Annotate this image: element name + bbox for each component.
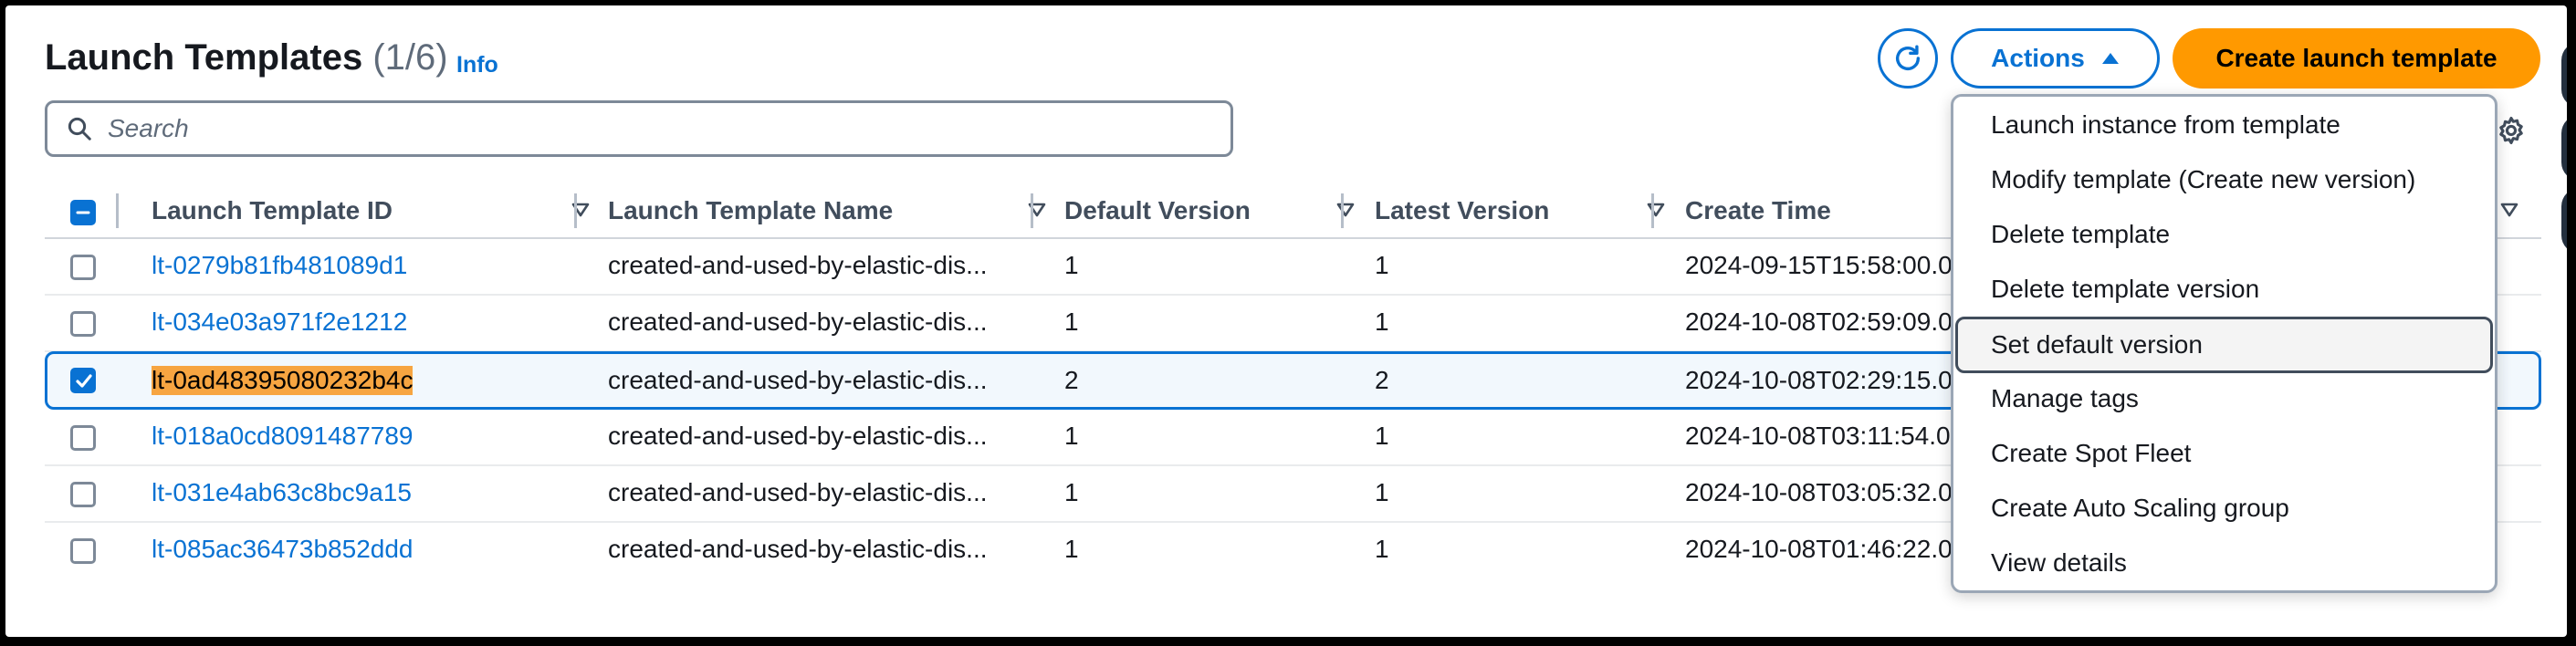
column-header-label: Launch Template ID <box>152 196 393 224</box>
settings-icon[interactable] <box>2496 115 2527 146</box>
page-title-text: Launch Templates <box>45 37 363 78</box>
default-version: 2 <box>1064 366 1079 394</box>
latest-version: 1 <box>1375 251 1389 279</box>
edge-control[interactable] <box>2561 42 2567 108</box>
refresh-button[interactable] <box>1878 28 1938 89</box>
launch-template-id-link[interactable]: lt-034e03a971f2e1212 <box>152 296 407 349</box>
column-header-default-version[interactable]: Default Version <box>1064 184 1375 237</box>
column-divider[interactable] <box>1341 193 1344 228</box>
menu-item-launch-instance[interactable]: Launch instance from template <box>1955 99 2493 151</box>
launch-template-name: created-and-used-by-elastic-dis... <box>608 366 988 394</box>
page-title: Launch Templates (1/6) <box>45 37 448 78</box>
column-header-label: Launch Template Name <box>608 196 894 224</box>
sort-icon[interactable] <box>1647 203 1665 217</box>
row-checkbox[interactable] <box>70 482 96 507</box>
actions-dropdown-menu: Launch instance from template Modify tem… <box>1951 94 2497 593</box>
row-checkbox[interactable] <box>70 311 96 337</box>
launch-template-id-link[interactable]: lt-0ad48395080232b4c <box>152 354 414 407</box>
create-time: 2024-10-08T03:11:54.0 <box>1685 422 1951 450</box>
create-time: 2024-10-08T02:29:15.0 <box>1685 366 1953 394</box>
search-icon <box>68 117 91 141</box>
create-time: 2024-10-08T03:05:32.0 <box>1685 478 1953 506</box>
launch-template-name: created-and-used-by-elastic-dis... <box>608 478 988 506</box>
launch-template-id-link[interactable]: lt-085ac36473b852ddd <box>152 523 413 576</box>
search-bar <box>45 100 1233 157</box>
edge-control[interactable] <box>2561 188 2567 254</box>
info-link[interactable]: Info <box>456 52 498 78</box>
row-checkbox[interactable] <box>70 255 96 280</box>
launch-template-name: created-and-used-by-elastic-dis... <box>608 251 988 279</box>
launch-template-id-link[interactable]: lt-0279b81fb481089d1 <box>152 239 407 292</box>
column-header-label: Create Time <box>1685 196 1831 224</box>
default-version: 1 <box>1064 422 1079 450</box>
row-checkbox[interactable] <box>70 368 96 393</box>
column-divider[interactable] <box>1031 193 1033 228</box>
refresh-icon <box>1895 45 1921 70</box>
default-version: 1 <box>1064 478 1079 506</box>
menu-item-create-auto-scaling-group[interactable]: Create Auto Scaling group <box>1955 482 2493 535</box>
column-header-id[interactable]: Launch Template ID <box>152 184 597 237</box>
column-header-name[interactable]: Launch Template Name <box>608 184 1053 237</box>
highlighted-id-text: lt-0ad48395080232b4c <box>152 366 414 395</box>
row-checkbox[interactable] <box>70 538 96 564</box>
sort-icon[interactable] <box>1336 203 1355 217</box>
latest-version: 1 <box>1375 307 1389 336</box>
create-time: 2024-10-08T01:46:22.0 <box>1685 535 1953 563</box>
menu-item-set-default-version[interactable]: Set default version <box>1955 317 2493 373</box>
row-checkbox[interactable] <box>70 425 96 451</box>
actions-button[interactable]: Actions <box>1951 28 2160 89</box>
latest-version: 1 <box>1375 478 1389 506</box>
menu-item-modify-template[interactable]: Modify template (Create new version) <box>1955 153 2493 206</box>
search-input[interactable] <box>106 113 1156 144</box>
column-divider[interactable] <box>1651 193 1654 228</box>
latest-version: 1 <box>1375 422 1389 450</box>
caret-up-icon <box>2101 53 2119 64</box>
menu-item-manage-tags[interactable]: Manage tags <box>1955 372 2493 425</box>
column-header-label: Default Version <box>1064 196 1251 224</box>
indeterminate-icon <box>76 211 90 214</box>
launch-template-name: created-and-used-by-elastic-dis... <box>608 422 988 450</box>
default-version: 1 <box>1064 251 1079 279</box>
menu-item-delete-template-version[interactable]: Delete template version <box>1955 263 2493 316</box>
column-header-latest-version[interactable]: Latest Version <box>1375 184 1685 237</box>
launch-template-id-link[interactable]: lt-018a0cd8091487789 <box>152 410 413 463</box>
checkmark-icon <box>76 374 92 388</box>
select-all-checkbox[interactable] <box>70 200 96 225</box>
default-version: 1 <box>1064 535 1079 563</box>
selection-count: (1/6) <box>372 37 448 78</box>
menu-item-delete-template[interactable]: Delete template <box>1955 208 2493 261</box>
actions-button-label: Actions <box>1991 44 2085 72</box>
launch-template-name: created-and-used-by-elastic-dis... <box>608 535 988 563</box>
column-header-create-time[interactable]: Create Time <box>1685 184 1959 237</box>
latest-version: 2 <box>1375 366 1389 394</box>
create-time: 2024-10-08T02:59:09.0 <box>1685 307 1953 336</box>
menu-item-create-spot-fleet[interactable]: Create Spot Fleet <box>1955 427 2493 480</box>
menu-item-view-details[interactable]: View details <box>1955 537 2493 589</box>
launch-templates-panel: Launch Templates (1/6) Info Actions Crea… <box>5 5 2567 637</box>
column-divider[interactable] <box>574 193 577 228</box>
edge-control[interactable] <box>2561 115 2567 181</box>
column-header-label: Latest Version <box>1375 196 1550 224</box>
create-time: 2024-09-15T15:58:00.0 <box>1685 251 1953 279</box>
default-version: 1 <box>1064 307 1079 336</box>
create-launch-template-button[interactable]: Create launch template <box>2173 28 2540 89</box>
launch-template-name: created-and-used-by-elastic-dis... <box>608 307 988 336</box>
column-divider[interactable] <box>116 193 119 228</box>
latest-version: 1 <box>1375 535 1389 563</box>
sort-icon[interactable] <box>2500 203 2518 217</box>
launch-template-id-link[interactable]: lt-031e4ab63c8bc9a15 <box>152 466 412 519</box>
